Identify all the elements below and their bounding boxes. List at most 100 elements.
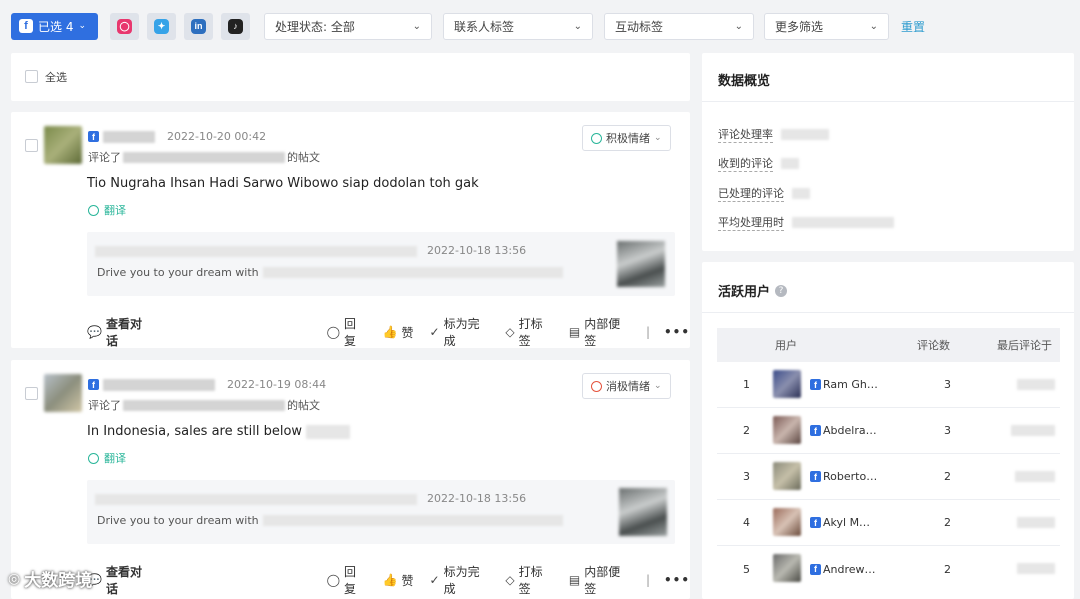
selected-platforms-label: 已选 4 — [38, 19, 74, 34]
mark-done-label: 标为完成 — [443, 565, 480, 596]
tag-icon: ◇ — [505, 325, 515, 339]
view-conversation-button[interactable]: 💬 查看对话 — [87, 563, 152, 597]
help-icon[interactable]: ? — [775, 284, 788, 297]
twitter-icon: ✦ — [154, 18, 169, 34]
avatar — [773, 370, 801, 398]
active-users-header: 活跃用户 ? — [718, 281, 788, 300]
facebook-icon: f — [810, 563, 821, 575]
table-row[interactable]: 1 f Ram Gh… 3 — [717, 362, 1060, 408]
status-filter-value: 全部 — [330, 20, 355, 34]
post-author-redacted — [95, 246, 417, 257]
divider — [702, 312, 1074, 313]
quoted-post-text: Drive you to your dream with — [97, 266, 563, 279]
username-redacted — [103, 378, 215, 391]
translate-icon — [88, 204, 99, 216]
user-rank: 3 — [743, 470, 750, 483]
overview-label: 收到的评论 — [718, 157, 773, 172]
comment-checkbox[interactable] — [25, 387, 38, 400]
selected-platforms-button[interactable]: f 已选 4 ⌄ — [11, 12, 98, 40]
status-filter-dropdown[interactable]: 处理状态: 全部 ⌄ — [264, 13, 432, 40]
last-comment-redacted — [1017, 379, 1055, 390]
table-row[interactable]: 3 f Roberto… 2 — [717, 454, 1060, 500]
mark-done-button[interactable]: ✓ 标为完成 — [430, 563, 490, 597]
header-user: 用户 — [775, 339, 797, 352]
user-name: Abdelra… — [823, 424, 877, 437]
contact-tag-dropdown[interactable]: 联系人标签 ⌄ — [443, 13, 593, 40]
view-conversation-label: 查看对话 — [105, 317, 142, 348]
watermark-text: 大数跨境 — [24, 571, 93, 591]
post-author-redacted — [95, 494, 417, 505]
quoted-post-text-visible: Drive you to your dream with — [97, 266, 259, 279]
internal-note-button[interactable]: ▤ 内部便签 — [569, 563, 630, 597]
table-row[interactable]: 5 f Andrew… 2 — [717, 546, 1060, 592]
post-thumbnail — [617, 241, 665, 287]
overview-value-redacted — [792, 217, 894, 228]
table-row[interactable]: 2 f Abdelra… 3 — [717, 408, 1060, 454]
thumbs-up-icon: 👍 — [382, 573, 398, 587]
view-conversation-button[interactable]: 💬 查看对话 — [87, 315, 152, 349]
mark-done-button[interactable]: ✓ 标为完成 — [430, 315, 490, 349]
tag-button[interactable]: ◇ 打标签 — [505, 315, 552, 349]
username-redacted — [103, 130, 155, 143]
post-title-redacted — [123, 151, 285, 163]
reply-icon: ◯ — [326, 325, 340, 339]
interaction-tag-dropdown[interactable]: 互动标签 ⌄ — [604, 13, 754, 40]
watermark: ◎ 大数跨境 — [8, 566, 93, 592]
reply-button[interactable]: ◯ 回复 — [327, 315, 367, 349]
like-label: 赞 — [401, 325, 414, 340]
more-options-icon[interactable]: ••• — [664, 573, 690, 587]
more-filters-label: 更多筛选 — [775, 20, 824, 34]
comment-timestamp: 2022-10-19 08:44 — [227, 378, 327, 391]
user-name-cell: f Roberto… — [810, 470, 877, 483]
like-button[interactable]: 👍 赞 — [383, 572, 414, 589]
user-name-cell: f Abdelra… — [810, 424, 877, 437]
sentiment-dropdown[interactable]: 积极情绪 ⌄ — [582, 125, 671, 151]
linkedin-filter-button[interactable]: in — [184, 12, 213, 40]
more-filters-dropdown[interactable]: 更多筛选 ⌄ — [764, 13, 889, 40]
tag-button[interactable]: ◇ 打标签 — [505, 563, 552, 597]
overview-row: 平均处理用时 — [718, 214, 894, 231]
quoted-post[interactable]: 2022-10-18 13:56 Drive you to your dream… — [87, 480, 675, 544]
comment-header: f 2022-10-20 00:42 — [88, 130, 266, 143]
tiktok-filter-button[interactable]: ♪ — [221, 12, 250, 40]
commented-suffix: 的帖文 — [287, 151, 320, 164]
table-row[interactable]: 4 f Akyl M… 2 — [717, 500, 1060, 546]
tag-label: 打标签 — [518, 565, 543, 596]
user-rank: 4 — [743, 516, 750, 529]
tag-label: 打标签 — [518, 317, 543, 348]
reply-label: 回复 — [344, 317, 357, 348]
sentiment-label: 消极情绪 — [606, 380, 650, 393]
last-comment-redacted — [1017, 563, 1055, 574]
reset-link[interactable]: 重置 — [901, 18, 925, 35]
like-button[interactable]: 👍 赞 — [383, 324, 414, 341]
select-all-checkbox[interactable] — [25, 70, 38, 83]
twitter-filter-button[interactable]: ✦ — [147, 12, 176, 40]
translate-link[interactable]: 翻译 — [88, 450, 126, 466]
select-all-bar: 全选 — [11, 53, 690, 101]
avatar[interactable] — [44, 126, 82, 164]
reply-label: 回复 — [344, 565, 357, 596]
post-thumbnail — [619, 488, 667, 536]
more-options-icon[interactable]: ••• — [664, 325, 690, 339]
active-users-table-header: 用户 评论数 最后评论于 — [717, 328, 1060, 362]
overview-label: 已处理的评论 — [718, 187, 784, 202]
chevron-down-icon: ⌄ — [78, 21, 86, 31]
comment-checkbox[interactable] — [25, 139, 38, 152]
quoted-post-text-visible: Drive you to your dream with — [97, 514, 259, 527]
active-users-title: 活跃用户 — [718, 285, 771, 300]
frown-icon — [591, 380, 602, 392]
quoted-post-text: Drive you to your dream with — [97, 514, 563, 527]
overview-label: 平均处理用时 — [718, 216, 784, 231]
last-comment-redacted — [1011, 425, 1055, 436]
avatar — [773, 508, 801, 536]
reply-button[interactable]: ◯ 回复 — [327, 563, 367, 597]
instagram-filter-button[interactable]: ◯ — [110, 12, 139, 40]
translate-link[interactable]: 翻译 — [88, 202, 126, 218]
status-filter-label: 处理状态: — [275, 20, 328, 34]
internal-note-button[interactable]: ▤ 内部便签 — [569, 315, 630, 349]
quoted-post[interactable]: 2022-10-18 13:56 Drive you to your dream… — [87, 232, 675, 296]
sentiment-dropdown[interactable]: 消极情绪 ⌄ — [582, 373, 671, 399]
facebook-icon: f — [810, 379, 821, 390]
user-name-cell: f Ram Gh… — [810, 378, 878, 391]
avatar[interactable] — [44, 374, 82, 412]
